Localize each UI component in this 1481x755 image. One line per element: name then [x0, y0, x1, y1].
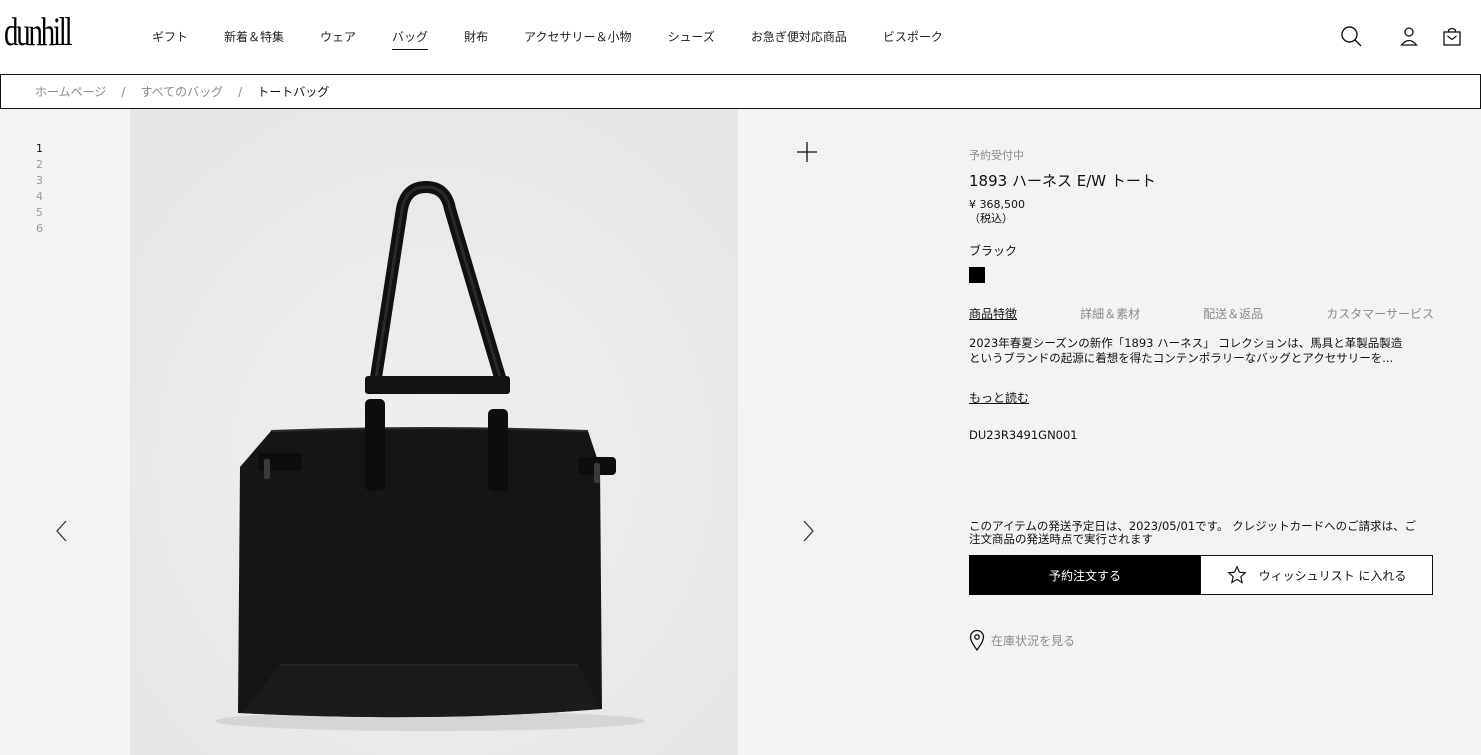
image-index-list: 1 2 3 4 5 6 [36, 141, 43, 237]
star-icon [1226, 565, 1247, 584]
breadcrumb-home[interactable]: ホームページ [35, 83, 106, 100]
nav-item-wear[interactable]: ウェア [320, 28, 356, 50]
next-image-arrow-icon[interactable] [798, 519, 818, 543]
color-name: ブラック [969, 244, 1018, 258]
nav-item-bespoke[interactable]: ビスポーク [883, 28, 943, 50]
product-title: 1893 ハーネス E/W トート [969, 172, 1156, 190]
site-header: dunhill ギフト 新着＆特集 ウェア バッグ 財布 アクセサリー＆小物 シ… [0, 0, 1481, 74]
tab-details-materials[interactable]: 詳細＆素材 [1080, 305, 1140, 322]
tab-shipping-returns[interactable]: 配送＆返品 [1203, 305, 1263, 322]
location-pin-icon [969, 629, 985, 651]
search-icon[interactable] [1340, 25, 1362, 47]
image-index-3[interactable]: 3 [36, 173, 43, 189]
read-more-link[interactable]: もっと読む [969, 389, 1029, 406]
wishlist-button[interactable]: ウィッシュリスト に入れる [1200, 555, 1433, 595]
image-index-5[interactable]: 5 [36, 205, 43, 221]
tote-bag-image [130, 109, 738, 755]
account-icon[interactable] [1398, 25, 1420, 47]
description-line: というブランドの起源に着想を得たコンテンポラリーなバッグとアクセサリーを... [969, 351, 1394, 365]
color-swatch-black[interactable] [969, 267, 985, 283]
zoom-plus-icon[interactable] [796, 141, 818, 163]
tab-customer-service[interactable]: カスタマーサービス [1326, 305, 1434, 322]
nav-item-gift[interactable]: ギフト [152, 28, 188, 50]
shipping-note-line: 注文商品の発送時点で実行されます [969, 532, 1153, 546]
breadcrumb-separator: / [121, 84, 126, 99]
wishlist-label: ウィッシュリスト に入れる [1258, 568, 1407, 583]
tax-note: （税込） [969, 212, 1013, 225]
product-sku: DU23R3491GN001 [969, 428, 1078, 442]
breadcrumb-separator: / [238, 84, 243, 99]
stock-link-label: 在庫状況を見る [991, 633, 1076, 648]
image-index-1[interactable]: 1 [36, 141, 43, 157]
breadcrumb-current: トートバッグ [257, 85, 330, 99]
image-index-2[interactable]: 2 [36, 157, 43, 173]
nav-item-shoes[interactable]: シューズ [667, 28, 714, 50]
dunhill-logo[interactable]: dunhill [4, 12, 73, 52]
shipping-note: このアイテムの発送予定日は、2023/05/01です。 クレジットカードへのご請… [969, 520, 1439, 546]
product-description: 2023年春夏シーズンの新作「1893 ハーネス」 コレクションは、馬具と革製品… [969, 336, 1439, 366]
nav-item-bags[interactable]: バッグ [392, 28, 429, 50]
breadcrumb: ホームページ / すべてのバッグ / トートバッグ [0, 74, 1481, 109]
main-nav: ギフト 新着＆特集 ウェア バッグ 財布 アクセサリー＆小物 シューズ お急ぎ便… [152, 28, 979, 50]
preorder-button[interactable]: 予約注文する [969, 555, 1201, 595]
nav-item-express[interactable]: お急ぎ便対応商品 [751, 28, 847, 50]
breadcrumb-all-bags[interactable]: すべてのバッグ [140, 83, 223, 100]
nav-item-wallets[interactable]: 財布 [464, 28, 488, 50]
image-index-4[interactable]: 4 [36, 189, 43, 205]
nav-item-new-featured[interactable]: 新着＆特集 [224, 28, 284, 50]
preorder-status: 予約受付中 [969, 149, 1024, 162]
stock-availability-link[interactable]: 在庫状況を見る [969, 629, 1075, 651]
nav-item-accessories[interactable]: アクセサリー＆小物 [524, 28, 631, 50]
product-image [130, 109, 738, 755]
tab-features[interactable]: 商品特徴 [969, 305, 1017, 322]
prev-image-arrow-icon[interactable] [52, 519, 72, 543]
product-main: 1 2 3 4 5 6 予約受付中 1893 ハーネス E/W トート ¥ 36… [0, 109, 1481, 755]
image-index-6[interactable]: 6 [36, 221, 43, 237]
bag-icon[interactable] [1441, 25, 1463, 47]
description-line: 2023年春夏シーズンの新作「1893 ハーネス」 コレクションは、馬具と革製品… [969, 336, 1403, 350]
product-tabs: 商品特徴 詳細＆素材 配送＆返品 カスタマーサービス [969, 305, 1434, 322]
